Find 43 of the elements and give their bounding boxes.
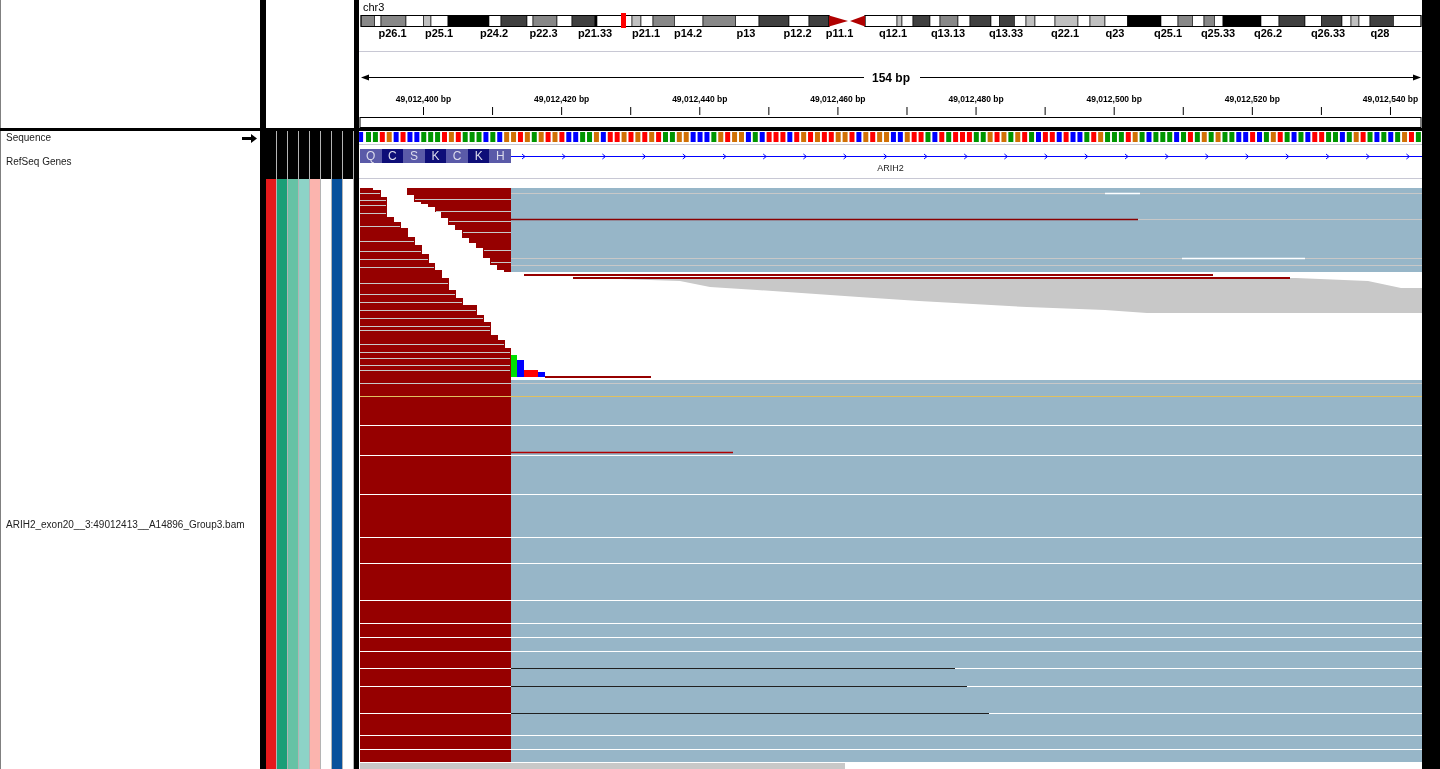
ruler-tick-label: 49,012,440 bp	[672, 94, 728, 104]
cytoband-label: q23	[1105, 27, 1125, 39]
amino-acid: H	[489, 149, 512, 163]
cytoband-label: p12.2	[783, 27, 812, 39]
amino-acid: S	[403, 149, 425, 163]
amino-acid: C	[381, 149, 404, 163]
ruler-tick-label: 49,012,540 bp	[1362, 94, 1419, 104]
amino-acid: Q	[360, 149, 382, 163]
ruler-tick-label: 49,012,520 bp	[1224, 94, 1280, 104]
chromosome-name: chr3	[363, 1, 385, 13]
ruler-tick-label: 49,012,420 bp	[534, 94, 590, 104]
cytoband-label: q22.1	[1050, 27, 1080, 39]
cytoband-label: p11.1	[825, 27, 854, 39]
cytoband-label: p21.1	[631, 27, 661, 39]
cytoband-label: q13.13	[930, 27, 966, 39]
cytoband-label: q25.1	[1153, 27, 1183, 39]
track-name[interactable]: RefSeq Genes	[6, 156, 72, 168]
cytoband-label: p24.2	[479, 27, 509, 39]
cytoband-label: p22.3	[529, 27, 558, 39]
track-name[interactable]: Sequence	[6, 132, 52, 144]
cytoband-label: p14.2	[673, 27, 703, 39]
track-name[interactable]: ARIH2_exon20__3:49012413__A14896_Group3.bam	[6, 519, 245, 530]
arrow-right-icon[interactable]	[242, 133, 257, 143]
ruler-tick-label: 49,012,500 bp	[1086, 94, 1142, 104]
cytoband-label: q26.2	[1253, 27, 1283, 39]
cytoband-label: p25.1	[424, 27, 454, 39]
cytoband-label: q12.1	[878, 27, 908, 39]
cytoband-label: p13	[736, 27, 756, 39]
amino-acid: C	[446, 149, 468, 163]
cytoband-label: q13.33	[988, 27, 1024, 39]
ruler-tick-label: 49,012,480 bp	[948, 94, 1004, 104]
span-label: 154 bp	[872, 71, 910, 85]
cytoband-label: p26.1	[378, 27, 407, 39]
cytoband-label: p21.33	[577, 27, 613, 39]
cytoband-label: q26.33	[1310, 27, 1346, 39]
ruler-tick-label: 49,012,400 bp	[395, 94, 452, 104]
amino-acid: K	[424, 149, 447, 163]
amino-acid: K	[467, 149, 490, 163]
gene-name[interactable]: ARIH2	[877, 163, 904, 174]
cytoband-label: q25.33	[1200, 27, 1236, 39]
cytoband-label: q28	[1370, 27, 1390, 39]
ruler-tick-label: 49,012,460 bp	[810, 94, 866, 104]
chromosome-ideogram[interactable]	[360, 13, 1422, 28]
